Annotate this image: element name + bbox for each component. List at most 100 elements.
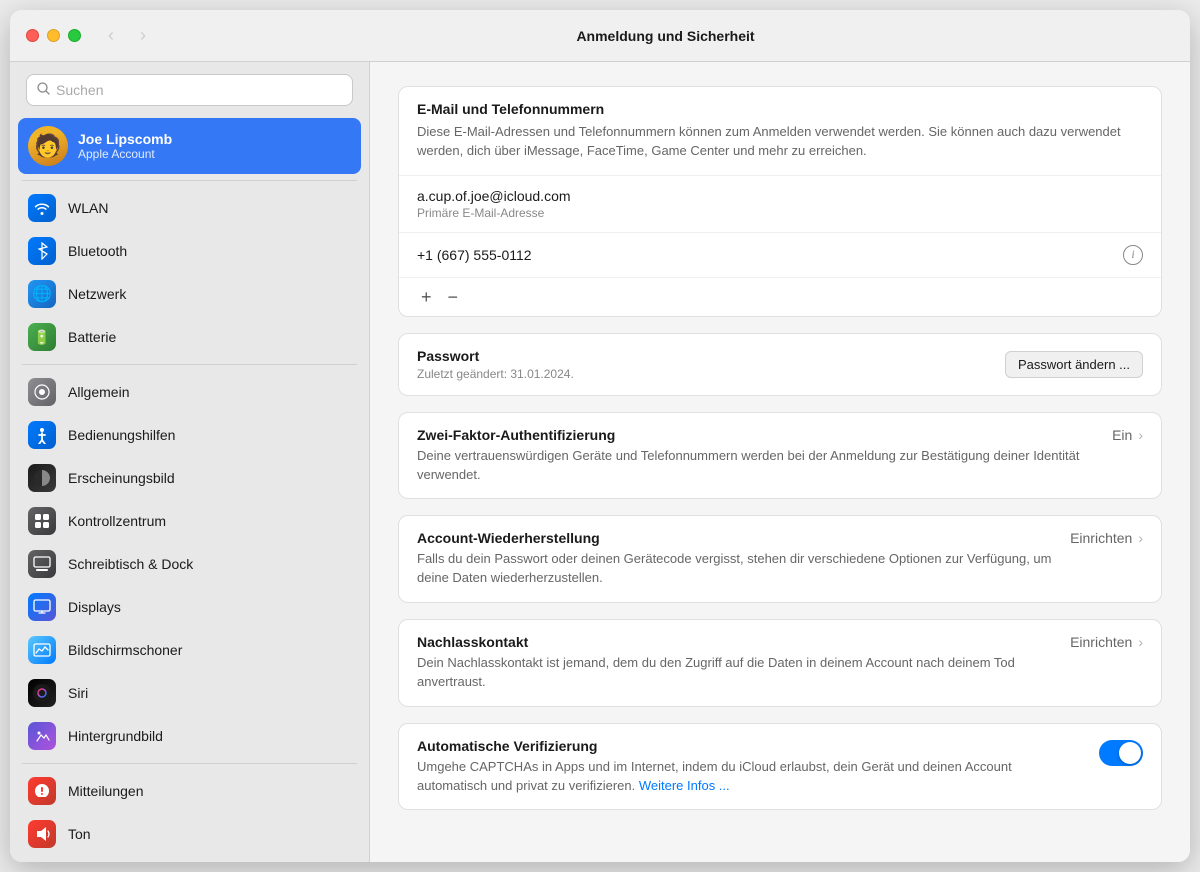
legacy-chevron-icon: › [1138,634,1143,650]
twofa-row[interactable]: Zwei-Faktor-Authentifizierung Deine vert… [399,413,1161,499]
legacy-info: Nachlasskontakt Dein Nachlasskontakt ist… [417,634,1054,692]
remove-button[interactable]: − [440,284,467,310]
twofa-card: Zwei-Faktor-Authentifizierung Deine vert… [398,412,1162,500]
sidebar-label-schreibtisch: Schreibtisch & Dock [68,556,193,572]
email-section-title: E-Mail und Telefonnummern [417,101,1143,117]
password-row: Passwort Zuletzt geändert: 31.01.2024. P… [399,334,1161,395]
add-button[interactable]: + [413,284,440,310]
auto-verify-title: Automatische Verifizierung [417,738,1083,754]
maximize-button[interactable] [68,29,81,42]
schreibtisch-icon [28,550,56,578]
search-placeholder: Suchen [56,82,103,98]
sidebar-label-bedienungshilfen: Bedienungshilfen [68,427,175,443]
close-button[interactable] [26,29,39,42]
twofa-right: Ein › [1112,427,1143,443]
recovery-card: Account-Wiederherstellung Falls du dein … [398,515,1162,603]
phone-number: +1 (667) 555-0112 [417,247,532,263]
auto-verify-toggle[interactable] [1099,740,1143,766]
siri-icon [28,679,56,707]
sidebar-item-bedienungshilfen[interactable]: Bedienungshilfen [18,414,361,456]
password-card: Passwort Zuletzt geändert: 31.01.2024. P… [398,333,1162,396]
sidebar-item-netzwerk[interactable]: 🌐 Netzwerk [18,273,361,315]
main-window: ‹ › Anmeldung und Sicherheit Suchen [10,10,1190,862]
legacy-title: Nachlasskontakt [417,634,1054,650]
sidebar-label-wlan: WLAN [68,200,108,216]
email-section-desc: Diese E-Mail-Adressen und Telefonnummern… [417,123,1143,161]
legacy-action: Einrichten [1070,634,1132,650]
sidebar-label-bildschirmschoner: Bildschirmschoner [68,642,182,658]
sidebar-label-erscheinungsbild: Erscheinungsbild [68,470,175,486]
allgemein-icon [28,378,56,406]
legacy-card: Nachlasskontakt Dein Nachlasskontakt ist… [398,619,1162,707]
sidebar-item-mitteilungen[interactable]: Mitteilungen [18,770,361,812]
search-container: Suchen [10,62,369,118]
divider-1 [22,180,357,181]
kontrollzentrum-icon [28,507,56,535]
sidebar-label-mitteilungen: Mitteilungen [68,783,144,799]
erscheinungsbild-icon [28,464,56,492]
legacy-row[interactable]: Nachlasskontakt Dein Nachlasskontakt ist… [399,620,1161,706]
sidebar-label-siri: Siri [68,685,88,701]
sidebar-label-netzwerk: Netzwerk [68,286,126,302]
mitteilungen-icon [28,777,56,805]
avatar: 🧑 [28,126,68,166]
email-section-header: E-Mail und Telefonnummern Diese E-Mail-A… [399,87,1161,176]
auto-verify-link[interactable]: Weitere Infos ... [639,778,730,793]
titlebar: ‹ › Anmeldung und Sicherheit [10,10,1190,62]
sidebar-item-allgemein[interactable]: Allgemein [18,371,361,413]
change-password-button[interactable]: Passwort ändern ... [1005,351,1143,378]
sidebar-item-displays[interactable]: Displays [18,586,361,628]
avatar-face: 🧑 [34,133,61,159]
email-phone-card: E-Mail und Telefonnummern Diese E-Mail-A… [398,86,1162,317]
back-button[interactable]: ‹ [97,22,125,50]
search-box[interactable]: Suchen [26,74,353,106]
sidebar-item-wlan[interactable]: WLAN [18,187,361,229]
twofa-title: Zwei-Faktor-Authentifizierung [417,427,1096,443]
content-area: Suchen 🧑 Joe Lipscomb Apple Account [10,62,1190,862]
sidebar-item-bluetooth[interactable]: Bluetooth [18,230,361,272]
twofa-status: Ein [1112,427,1132,443]
main-content: E-Mail und Telefonnummern Diese E-Mail-A… [370,62,1190,862]
recovery-title: Account-Wiederherstellung [417,530,1054,546]
minimize-button[interactable] [47,29,60,42]
auto-verify-info: Automatische Verifizierung Umgehe CAPTCH… [417,738,1083,796]
nav-buttons: ‹ › [97,22,157,50]
sidebar-item-kontrollzentrum[interactable]: Kontrollzentrum [18,500,361,542]
recovery-row[interactable]: Account-Wiederherstellung Falls du dein … [399,516,1161,602]
displays-icon [28,593,56,621]
email-row: a.cup.of.joe@icloud.com Primäre E-Mail-A… [399,176,1161,233]
sidebar: Suchen 🧑 Joe Lipscomb Apple Account [10,62,370,862]
add-remove-row: + − [399,278,1161,316]
sidebar-label-ton: Ton [68,826,91,842]
password-changed: Zuletzt geändert: 31.01.2024. [417,367,574,381]
phone-row: +1 (667) 555-0112 i [399,233,1161,278]
sidebar-item-siri[interactable]: Siri [18,672,361,714]
user-name: Joe Lipscomb [78,131,172,147]
auto-verify-card: Automatische Verifizierung Umgehe CAPTCH… [398,723,1162,811]
sidebar-item-hintergrundbild[interactable]: Hintergrundbild [18,715,361,757]
avatar-inner: 🧑 [28,126,68,166]
sidebar-item-erscheinungsbild[interactable]: Erscheinungsbild [18,457,361,499]
recovery-chevron-icon: › [1138,530,1143,546]
sidebar-label-displays: Displays [68,599,121,615]
info-icon[interactable]: i [1123,245,1143,265]
window-title: Anmeldung und Sicherheit [157,28,1174,44]
netzwerk-icon: 🌐 [28,280,56,308]
divider-2 [22,364,357,365]
sidebar-item-schreibtisch[interactable]: Schreibtisch & Dock [18,543,361,585]
sidebar-item-batterie[interactable]: 🔋 Batterie [18,316,361,358]
hintergrundbild-icon [28,722,56,750]
forward-button[interactable]: › [129,22,157,50]
email-label: Primäre E-Mail-Adresse [417,206,1143,220]
toggle-knob [1119,742,1141,764]
user-item[interactable]: 🧑 Joe Lipscomb Apple Account [18,118,361,174]
batterie-icon: 🔋 [28,323,56,351]
sidebar-label-bluetooth: Bluetooth [68,243,127,259]
sidebar-item-bildschirmschoner[interactable]: Bildschirmschoner [18,629,361,671]
recovery-action: Einrichten [1070,530,1132,546]
divider-3 [22,763,357,764]
sidebar-item-ton[interactable]: Ton [18,813,361,855]
sidebar-label-kontrollzentrum: Kontrollzentrum [68,513,166,529]
twofa-chevron-icon: › [1138,427,1143,443]
bedienungshilfen-icon [28,421,56,449]
